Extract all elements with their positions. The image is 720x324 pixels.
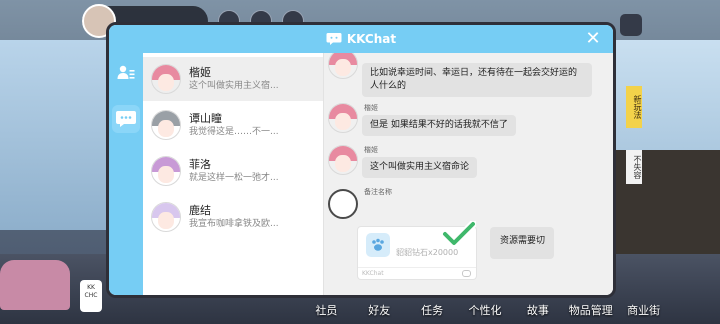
chat-pane[interactable]: 比如说幸运时间、幸运日，还有待在一起会交好运的 人什么的 楷姬 但是 如果结果不… [323, 53, 613, 295]
kkchat-modal: KKChat ✕ 楷姬 这个叫做实用主义宿... 谭山瞳 我觉得这是……不一..… [106, 22, 616, 298]
paw-icon [366, 233, 390, 257]
background-window-left [0, 40, 110, 230]
message-line: 但是 如果结果不好的话我就不信了 [370, 120, 508, 130]
message-bubble: 比如说幸运时间、幸运日，还有待在一起会交好运的 人什么的 [362, 63, 592, 97]
avatar [151, 202, 181, 232]
message-avatar [328, 103, 358, 133]
avatar [151, 110, 181, 140]
bottom-nav-item[interactable]: 商业街 [617, 302, 670, 318]
message-bubble: 这个叫做实用主义宿命论 [362, 157, 478, 178]
contacts-tab[interactable] [112, 59, 140, 87]
modal-title: KKChat [346, 32, 397, 46]
contact-text: 楷姬 这个叫做实用主义宿... [189, 66, 314, 93]
contact-item[interactable]: 谭山瞳 我觉得这是……不一... [143, 103, 323, 147]
contact-item[interactable]: 菲洛 就是这样一松一弛才... [143, 149, 323, 193]
message-line: 比如说幸运时间、幸运日，还有待在一起会交好运的 [370, 68, 578, 78]
background-couch [0, 260, 70, 310]
contact-preview: 就是这样一松一弛才... [189, 172, 279, 183]
bottom-nav-item[interactable]: 社员 [300, 302, 353, 318]
message-sender: 楷姬 [364, 104, 378, 112]
contact-list: 楷姬 这个叫做实用主义宿... 谭山瞳 我觉得这是……不一... 菲洛 就是这样… [143, 53, 323, 295]
message-avatar [328, 53, 358, 79]
gift-footer: KKChat [358, 267, 476, 279]
contact-text: 菲洛 就是这样一松一弛才... [189, 158, 314, 185]
bottom-nav-item[interactable]: 故事 [511, 302, 564, 318]
contact-name: 谭山瞳 [189, 111, 222, 125]
empty-avatar [328, 189, 358, 219]
contact-text: 谭山瞳 我觉得这是……不一... [189, 112, 314, 139]
avatar-face [158, 211, 174, 229]
contact-name: 楷姬 [189, 65, 211, 79]
bottom-nav: 社员 好友 任务 个性化 故事 物品管理 商业街 [300, 296, 670, 324]
message-sender: 楷姬 [364, 146, 378, 154]
chat-logo-icon [326, 33, 342, 45]
side-tag-new-mode[interactable]: 新玩法 [626, 86, 642, 128]
side-tag-2[interactable]: 不失容 [626, 150, 642, 184]
bottom-nav-item[interactable]: 任务 [406, 302, 459, 318]
contact-preview: 我觉得这是……不一... [189, 126, 279, 137]
modal-title-wrap: KKChat [326, 32, 396, 46]
avatar-face [158, 119, 174, 137]
avatar-face [158, 73, 174, 91]
contact-preview: 这个叫做实用主义宿... [189, 80, 279, 91]
kk-chat-badge[interactable]: KK CHC [80, 280, 102, 312]
message-avatar [328, 145, 358, 175]
pending-name-label: 备注名称 [364, 188, 392, 196]
check-icon [442, 221, 476, 247]
chat-bubble-icon [116, 111, 136, 127]
side-rail [109, 53, 143, 295]
message-bubble: 但是 如果结果不好的话我就不信了 [362, 115, 516, 136]
resource-label: 资源需要切 [490, 227, 554, 259]
contact-item[interactable]: 楷姬 这个叫做实用主义宿... [143, 57, 323, 101]
message-line: 人什么的 [370, 81, 407, 91]
contact-item[interactable]: 鹿结 我宣布咖啡拿铁及欧... [143, 195, 323, 239]
gift-footer-icon [462, 270, 471, 277]
message-line: 这个叫做实用主义宿命论 [370, 162, 470, 172]
close-button[interactable]: ✕ [583, 29, 603, 49]
contact-name: 鹿结 [189, 203, 211, 217]
menu-corner-button[interactable] [620, 14, 642, 36]
person-list-icon [117, 65, 135, 79]
modal-header: KKChat ✕ [109, 25, 613, 53]
avatar [151, 64, 181, 94]
bottom-nav-item[interactable]: 物品管理 [564, 302, 617, 318]
avatar [151, 156, 181, 186]
avatar-face [158, 165, 174, 183]
contact-text: 鹿结 我宣布咖啡拿铁及欧... [189, 204, 314, 231]
contact-preview: 我宣布咖啡拿铁及欧... [189, 218, 279, 229]
contact-name: 菲洛 [189, 157, 211, 171]
gift-text: 貂貂钻石x20000 [396, 248, 459, 257]
bottom-nav-item[interactable]: 好友 [353, 302, 406, 318]
bottom-nav-item[interactable]: 个性化 [459, 302, 512, 318]
chats-tab[interactable] [112, 105, 140, 133]
